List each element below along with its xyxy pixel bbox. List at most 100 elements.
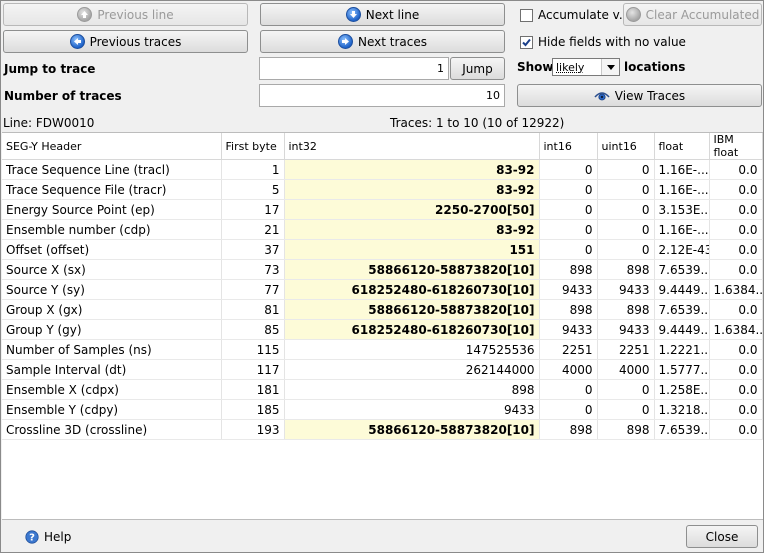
accumulate-checkbox-box[interactable] xyxy=(520,8,533,22)
ibm-float-cell: 0.0 xyxy=(709,159,763,180)
locations-label: locations xyxy=(624,60,686,74)
eye-icon xyxy=(594,90,610,102)
uint16-cell: 9433 xyxy=(597,319,655,340)
table-row[interactable]: Crossline 3D (crossline) 193 58866120-5887… xyxy=(2,419,763,440)
uint16-cell: 0 xyxy=(597,179,655,200)
header-name-cell: Ensemble X (cdpx) xyxy=(2,379,222,400)
ibm-float-cell: 0.0 xyxy=(709,399,763,420)
int32-cell: 147525536 xyxy=(284,339,540,360)
first-byte-cell: 181 xyxy=(221,379,285,400)
arrow-left-icon xyxy=(69,34,85,49)
float-cell: 1.2221... xyxy=(654,339,710,360)
column-header[interactable]: float xyxy=(654,133,710,160)
close-button[interactable]: Close xyxy=(686,525,758,548)
int16-cell: 898 xyxy=(539,299,598,320)
accumulate-checkbox[interactable]: Accumulate v... xyxy=(520,8,630,22)
uint16-cell: 898 xyxy=(597,299,655,320)
next-traces-label: Next traces xyxy=(358,34,427,49)
ibm-float-cell: 0.0 xyxy=(709,199,763,220)
next-line-button[interactable]: Next line xyxy=(260,3,505,26)
table-row[interactable]: Source Y (sy) 77 618252480-618260730[10] 94… xyxy=(2,279,763,300)
uint16-cell: 0 xyxy=(597,239,655,260)
header-name-cell: Source X (sx) xyxy=(2,259,222,280)
first-byte-cell: 85 xyxy=(221,319,285,340)
uint16-cell: 898 xyxy=(597,419,655,440)
float-cell: 1.5777... xyxy=(654,359,710,380)
number-of-traces-input[interactable]: 10 xyxy=(259,84,505,107)
arrow-right-icon xyxy=(338,34,353,49)
previous-line-button[interactable]: Previous line xyxy=(3,3,248,26)
table-row[interactable]: Group X (gx) 81 58866120-58873820[10] 898 89… xyxy=(2,299,763,320)
show-select[interactable]: likely xyxy=(552,58,620,76)
help-label: Help xyxy=(44,530,72,544)
ibm-float-cell: 1.6384... xyxy=(709,279,763,300)
header-name-cell: Ensemble Y (cdpy) xyxy=(2,399,222,420)
header-table-container[interactable]: SEG-Y Header First byte int32 int16 uint… xyxy=(2,132,763,520)
checkmark-icon xyxy=(522,38,531,46)
header-name-cell: Trace Sequence File (tracr) xyxy=(2,179,222,200)
next-line-label: Next line xyxy=(365,7,420,22)
table-row[interactable]: Ensemble Y (cdpy) 185 9433 0 0 1.3218... 0.0 xyxy=(2,399,763,420)
float-cell: 7.6539... xyxy=(654,259,710,280)
table-row[interactable]: Number of Samples (ns) 115 147525536 2251 22… xyxy=(2,339,763,360)
column-header[interactable]: int16 xyxy=(539,133,598,160)
header-name-cell: Ensemble number (cdp) xyxy=(2,219,222,240)
ibm-float-cell: 0.0 xyxy=(709,299,763,320)
table-row[interactable]: Source X (sx) 73 58866120-58873820[10] 898 8… xyxy=(2,259,763,280)
ibm-float-cell: 0.0 xyxy=(709,239,763,260)
first-byte-cell: 81 xyxy=(221,299,285,320)
jump-to-trace-input[interactable]: 1 xyxy=(259,57,449,80)
previous-line-label: Previous line xyxy=(97,7,174,22)
table-row[interactable]: Group Y (gy) 85 618252480-618260730[10] 943… xyxy=(2,319,763,340)
hide-empty-checkbox[interactable]: Hide fields with no value xyxy=(520,35,686,49)
next-traces-button[interactable]: Next traces xyxy=(260,30,505,53)
float-cell: 3.153E... xyxy=(654,199,710,220)
float-cell: 1.16E-... xyxy=(654,179,710,200)
column-header[interactable]: IBM float xyxy=(709,133,763,160)
table-row[interactable]: Trace Sequence File (tracr) 5 83-92 0 0 1.16E… xyxy=(2,179,763,200)
ibm-float-cell: 0.0 xyxy=(709,379,763,400)
hide-empty-checkbox-box[interactable] xyxy=(520,35,533,49)
show-select-value: likely xyxy=(556,61,585,74)
uint16-cell: 0 xyxy=(597,219,655,240)
ibm-float-cell: 1.6384... xyxy=(709,319,763,340)
chevron-down-icon[interactable] xyxy=(601,59,619,75)
int32-cell: 83-92 xyxy=(284,219,540,240)
int16-cell: 4000 xyxy=(539,359,598,380)
column-header[interactable]: SEG-Y Header xyxy=(2,133,222,160)
table-row[interactable]: Offset (offset) 37 151 0 0 2.12E-43 0.0 xyxy=(2,239,763,260)
table-row[interactable]: Ensemble X (cdpx) 181 898 0 0 1.258E... 0.0 xyxy=(2,379,763,400)
int16-cell: 0 xyxy=(539,219,598,240)
column-header[interactable]: int32 xyxy=(284,133,540,160)
jump-to-trace-label: Jump to trace xyxy=(4,62,96,76)
int32-cell: 58866120-58873820[10] xyxy=(284,259,540,280)
first-byte-cell: 185 xyxy=(221,399,285,420)
header-name-cell: Offset (offset) xyxy=(2,239,222,260)
first-byte-cell: 73 xyxy=(221,259,285,280)
header-name-cell: Energy Source Point (ep) xyxy=(2,199,222,220)
first-byte-cell: 5 xyxy=(221,179,285,200)
int16-cell: 0 xyxy=(539,399,598,420)
table-row[interactable]: Trace Sequence Line (tracl) 1 83-92 0 0 1.16E… xyxy=(2,159,763,180)
column-header[interactable]: uint16 xyxy=(597,133,655,160)
int16-cell: 0 xyxy=(539,199,598,220)
column-header[interactable]: First byte xyxy=(221,133,285,160)
table-row[interactable]: Sample Interval (dt) 117 262144000 4000 4000… xyxy=(2,359,763,380)
svg-text:?: ? xyxy=(29,533,35,544)
int32-cell: 151 xyxy=(284,239,540,260)
table-row[interactable]: Energy Source Point (ep) 17 2250-2700[50] 0… xyxy=(2,199,763,220)
help-button[interactable]: ? Help xyxy=(25,530,71,544)
table-row[interactable]: Ensemble number (cdp) 21 83-92 0 0 1.16E-... 0… xyxy=(2,219,763,240)
header-name-cell: Group X (gx) xyxy=(2,299,222,320)
ibm-float-cell: 0.0 xyxy=(709,179,763,200)
clear-accumulated-button[interactable]: Clear Accumulated xyxy=(623,3,762,26)
show-label: Show xyxy=(517,60,554,74)
jump-button[interactable]: Jump xyxy=(450,57,505,80)
clear-icon xyxy=(625,7,641,22)
previous-traces-button[interactable]: Previous traces xyxy=(3,30,248,53)
int16-cell: 898 xyxy=(539,259,598,280)
first-byte-cell: 1 xyxy=(221,159,285,180)
view-traces-button[interactable]: View Traces xyxy=(517,84,762,107)
ibm-float-cell: 0.0 xyxy=(709,359,763,380)
int32-cell: 9433 xyxy=(284,399,540,420)
